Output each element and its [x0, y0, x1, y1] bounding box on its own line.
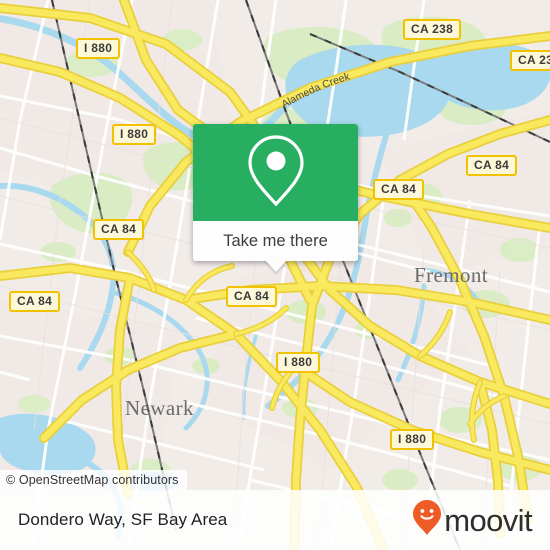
highway-shield: CA 84 — [93, 219, 145, 240]
callout-pointer-tail — [264, 260, 287, 272]
take-me-there-button[interactable]: Take me there — [223, 232, 328, 251]
footer-bar: Dondero Way, SF Bay Area moovit — [0, 490, 550, 550]
map-canvas[interactable]: Alameda Creek Fremont Newark I 880 I 880 C… — [0, 0, 550, 550]
moovit-smiley-pin-icon — [412, 499, 442, 542]
highway-shield: CA 84 — [466, 155, 518, 176]
map-attribution[interactable]: © OpenStreetMap contributors — [0, 470, 187, 490]
highway-shield: CA 238 — [403, 19, 462, 40]
callout-action-area[interactable]: Take me there — [193, 221, 358, 272]
highway-shield: I 880 — [276, 352, 321, 373]
city-label-newark: Newark — [125, 396, 194, 420]
moovit-wordmark: moovit — [444, 502, 532, 538]
callout-image-area — [193, 124, 358, 221]
highway-shield: I 880 — [390, 429, 435, 450]
highway-shield: CA 84 — [9, 291, 61, 312]
map-pin-icon — [245, 132, 307, 213]
city-label-fremont: Fremont — [414, 263, 488, 287]
highway-shield: CA 238 — [510, 50, 550, 71]
location-callout-card[interactable]: Take me there — [193, 124, 358, 272]
highway-shield: CA 84 — [226, 286, 278, 307]
place-title: Dondero Way, SF Bay Area — [18, 510, 228, 529]
highway-shield: I 880 — [112, 124, 157, 145]
highway-shield: CA 84 — [373, 179, 425, 200]
highway-shield: I 880 — [76, 38, 121, 59]
moovit-logo[interactable]: moovit — [412, 499, 533, 542]
map-screenshot: Alameda Creek Fremont Newark I 880 I 880 C… — [0, 0, 550, 550]
